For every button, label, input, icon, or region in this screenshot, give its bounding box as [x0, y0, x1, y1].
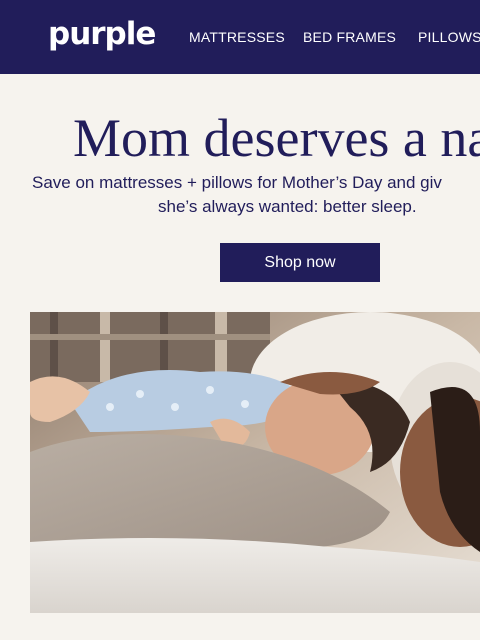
- promo-subtext-line-2: she’s always wanted: better sleep.: [158, 197, 417, 216]
- mother-and-baby-photo-icon: [30, 312, 480, 613]
- hero-image: [30, 312, 480, 613]
- nav-item-pillows[interactable]: PILLOWS: [418, 29, 480, 45]
- nav-item-bed-frames[interactable]: BED FRAMES: [303, 29, 396, 45]
- promo-headline: Mom deserves a na: [73, 108, 480, 168]
- shop-now-button[interactable]: Shop now: [220, 243, 380, 282]
- nav-item-mattresses[interactable]: MATTRESSES: [189, 29, 285, 45]
- purple-logo[interactable]: purple: [48, 14, 156, 54]
- top-nav: purple MATTRESSES BED FRAMES PILLOWS: [0, 0, 480, 74]
- promo-subtext-line-1: Save on mattresses + pillows for Mother’…: [32, 173, 442, 192]
